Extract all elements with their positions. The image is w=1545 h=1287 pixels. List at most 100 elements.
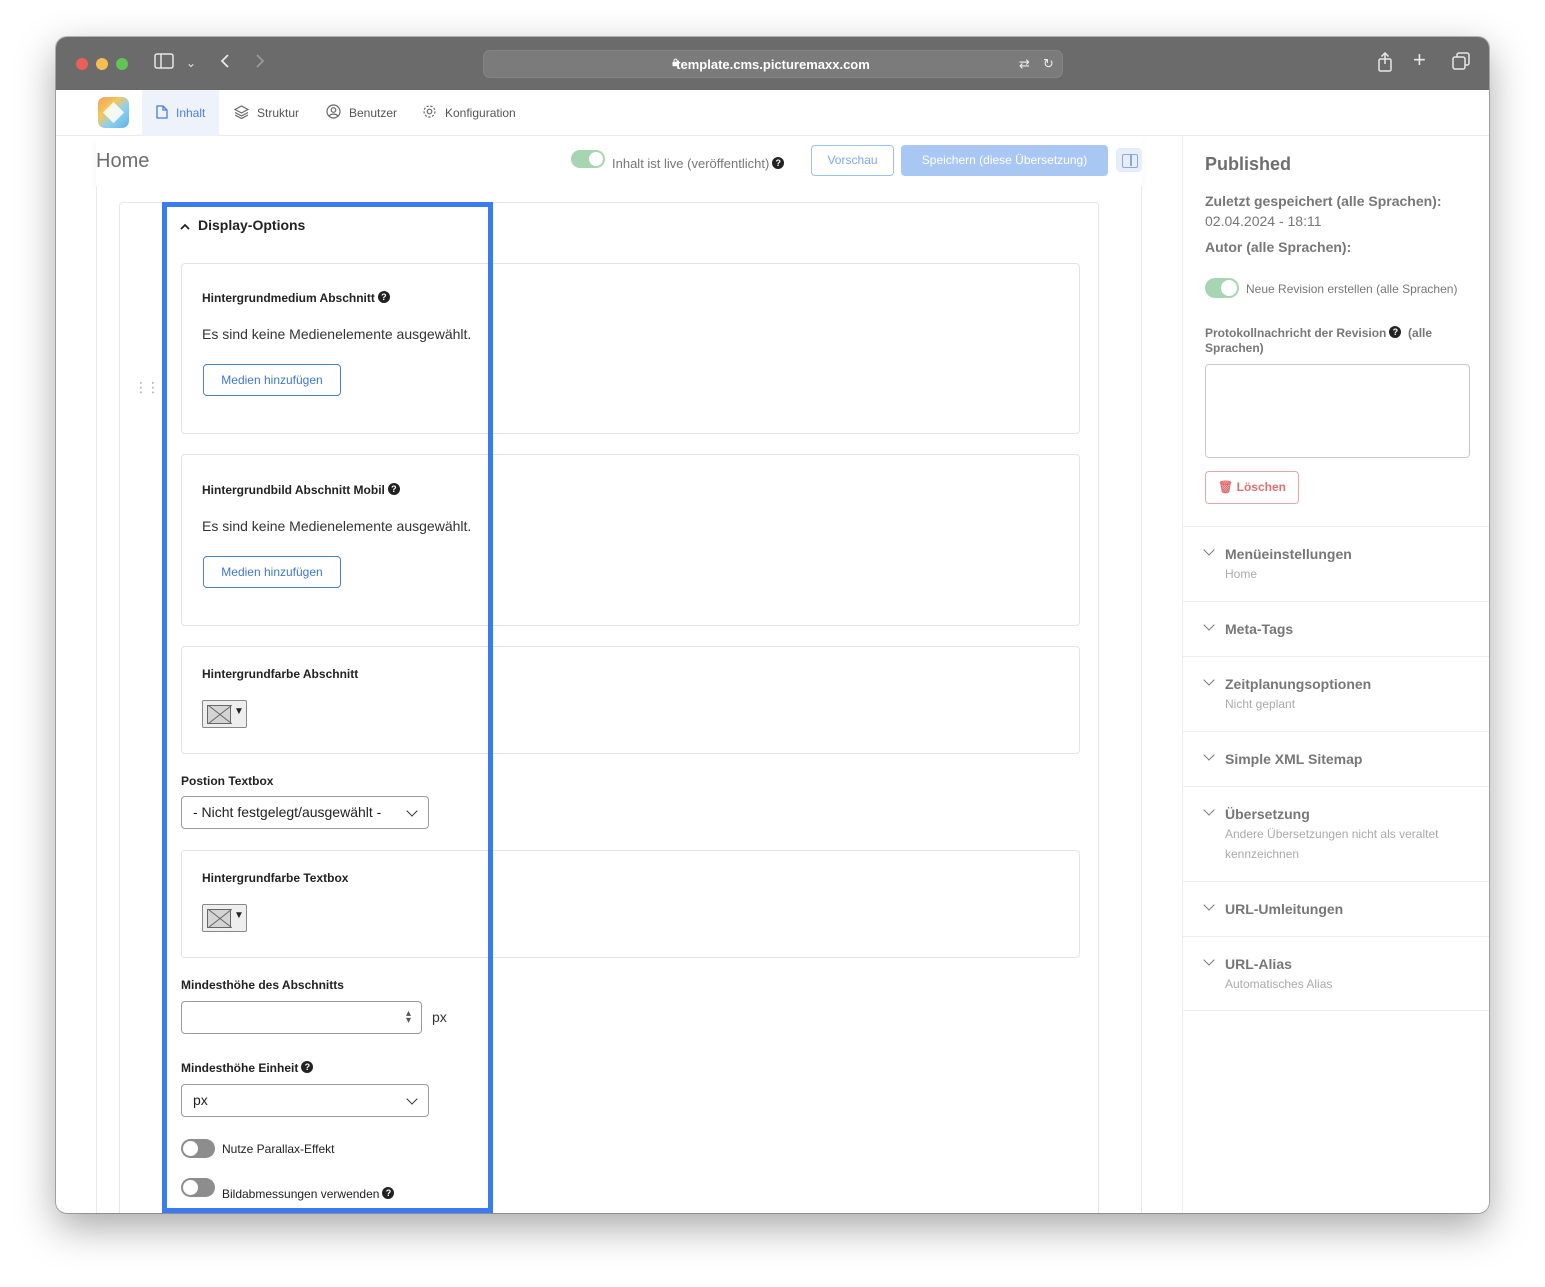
forward-icon[interactable]	[254, 52, 266, 74]
save-button[interactable]: Speichern (diese Übersetzung)	[901, 145, 1108, 176]
nav-item-inhalt[interactable]: Inhalt	[142, 90, 220, 136]
bg-media-empty-text: Es sind keine Medienelemente ausgewählt.	[202, 326, 472, 342]
live-toggle[interactable]	[571, 150, 605, 168]
content-header: Home Inhalt ist live (veröffentlicht)? V…	[96, 136, 1142, 186]
drag-handle-icon[interactable]: ⋮⋮	[134, 379, 160, 396]
delete-button[interactable]: 🗑 Löschen	[1205, 471, 1299, 504]
bg-media-label: Hintergrundmedium Abschnitt?	[202, 291, 390, 305]
revision-log-textarea[interactable]	[1205, 364, 1470, 458]
user-icon	[326, 104, 341, 122]
add-media-button[interactable]: Medien hinzufügen	[203, 364, 341, 396]
help-icon[interactable]: ?	[1389, 326, 1402, 338]
section-toggle[interactable]: Display-Options	[180, 217, 305, 233]
chevron-down-icon	[1203, 804, 1215, 816]
nav-item-struktur[interactable]: Struktur	[233, 90, 300, 136]
preview-button[interactable]: Vorschau	[811, 145, 894, 176]
accordion-translation[interactable]: Übersetzung Andere Übersetzungen nicht a…	[1183, 786, 1489, 881]
gear-icon	[422, 104, 437, 122]
live-label: Inhalt ist live (veröffentlicht)?	[612, 156, 785, 171]
layers-icon	[233, 104, 250, 122]
image-dimensions-label: Bildabmessungen verwenden?	[222, 1187, 395, 1201]
chevron-down-icon	[1203, 674, 1215, 686]
help-icon[interactable]: ?	[382, 1187, 395, 1199]
nav-item-label: Inhalt	[176, 106, 206, 120]
close-window-button[interactable]	[76, 58, 88, 70]
min-height-input[interactable]: ▴ ▾	[181, 1001, 422, 1034]
position-textbox-label: Postion Textbox	[181, 774, 274, 788]
chevron-down-icon[interactable]: ⌄	[186, 52, 196, 74]
sidebar-panel-icon[interactable]	[1116, 148, 1142, 172]
accordion-menu-settings[interactable]: Menüeinstellungen Home	[1183, 526, 1489, 601]
app-navigation: Inhalt Struktur Benutzer Konfiguration	[56, 90, 1489, 136]
bg-color-section-label: Hintergrundfarbe Abschnitt	[202, 667, 359, 681]
last-saved-value: 02.04.2024 - 18:11	[1205, 213, 1322, 229]
url-text: template.cms.picturemaxx.com	[676, 57, 870, 72]
image-dimensions-toggle[interactable]	[181, 1178, 215, 1197]
bg-image-mobile-card	[181, 454, 1080, 626]
section-title: Display-Options	[198, 217, 306, 233]
accordion-scheduling[interactable]: Zeitplanungsoptionen Nicht geplant	[1183, 656, 1489, 731]
parallax-toggle[interactable]	[181, 1139, 215, 1158]
new-revision-label: Neue Revision erstellen (alle Sprachen)	[1246, 282, 1458, 296]
caret-down-icon: ▼	[234, 706, 244, 717]
meta-sidebar: Published Zuletzt gespeichert (alle Spra…	[1182, 136, 1489, 1213]
new-revision-toggle[interactable]	[1205, 278, 1239, 298]
address-bar[interactable]: template.cms.picturemaxx.com ⇄ ↻	[483, 50, 1063, 78]
chevron-down-icon	[1203, 544, 1215, 556]
accordion-xml-sitemap[interactable]: Simple XML Sitemap	[1183, 731, 1489, 786]
bg-color-textbox-picker[interactable]: ▼	[202, 904, 247, 932]
chevron-down-icon	[406, 805, 418, 817]
last-saved-label: Zuletzt gespeichert (alle Sprachen):	[1205, 193, 1442, 209]
bg-color-section-picker[interactable]: ▼	[202, 700, 247, 728]
tabs-overview-icon[interactable]	[1452, 52, 1470, 75]
bg-color-textbox-label: Hintergrundfarbe Textbox	[202, 871, 349, 885]
position-textbox-select[interactable]: - Nicht festgelegt/ausgewählt -	[181, 796, 429, 829]
bg-color-section-card	[181, 646, 1080, 754]
help-icon[interactable]: ?	[301, 1061, 314, 1073]
zoom-window-button[interactable]	[116, 58, 128, 70]
reload-icon[interactable]: ↻	[1043, 56, 1054, 72]
nav-item-benutzer[interactable]: Benutzer	[326, 90, 397, 136]
back-icon[interactable]	[219, 52, 231, 74]
minimize-window-button[interactable]	[96, 58, 108, 70]
nav-item-label: Konfiguration	[445, 106, 516, 120]
chevron-down-icon	[1203, 899, 1215, 911]
new-tab-icon[interactable]: +	[1413, 49, 1426, 71]
page-title: Home	[96, 150, 150, 172]
trash-icon: 🗑	[1218, 480, 1234, 494]
translate-icon[interactable]: ⇄	[1019, 56, 1030, 72]
revision-log-label: Protokollnachricht der Revision? (alle S…	[1205, 326, 1433, 355]
stepper-icon[interactable]: ▴ ▾	[406, 1009, 411, 1026]
chevron-down-icon	[1203, 619, 1215, 631]
help-icon[interactable]: ?	[387, 483, 400, 495]
document-icon	[156, 104, 168, 122]
parallax-label: Nutze Parallax-Effekt	[222, 1142, 335, 1156]
min-height-unit-select[interactable]: px	[181, 1084, 429, 1117]
nav-item-konfiguration[interactable]: Konfiguration	[422, 90, 516, 136]
bg-media-card	[181, 263, 1080, 434]
nav-item-label: Struktur	[257, 106, 300, 120]
chevron-down-icon	[1203, 749, 1215, 761]
share-icon[interactable]	[1377, 51, 1393, 77]
bg-color-textbox-card	[181, 850, 1080, 958]
status-title: Published	[1205, 154, 1292, 174]
chevron-up-icon	[180, 221, 190, 233]
help-icon[interactable]: ?	[772, 157, 785, 169]
help-icon[interactable]: ?	[377, 291, 390, 303]
accordion-url-alias[interactable]: URL-Alias Automatisches Alias	[1183, 936, 1489, 1011]
min-height-label: Mindesthöhe des Abschnitts	[181, 978, 344, 992]
accordion-url-redirects[interactable]: URL-Umleitungen	[1183, 881, 1489, 936]
add-media-mobile-button[interactable]: Medien hinzufügen	[203, 556, 341, 588]
color-swatch	[207, 909, 231, 928]
bg-image-mobile-label: Hintergrundbild Abschnitt Mobil?	[202, 483, 400, 497]
min-height-unit-suffix: px	[432, 1009, 447, 1025]
accordion-meta-tags[interactable]: Meta-Tags	[1183, 601, 1489, 656]
chevron-down-icon	[1203, 954, 1215, 966]
author-label: Autor (alle Sprachen):	[1205, 239, 1352, 255]
browser-window: ⌄ template.cms.picturemaxx.com ⇄ ↻ + Inh…	[56, 37, 1489, 1213]
color-swatch	[207, 705, 231, 724]
caret-down-icon: ▼	[234, 910, 244, 921]
sidebar-toggle-icon[interactable]	[154, 52, 174, 74]
min-height-unit-label: Mindesthöhe Einheit?	[181, 1061, 314, 1075]
app-logo[interactable]	[98, 97, 129, 128]
